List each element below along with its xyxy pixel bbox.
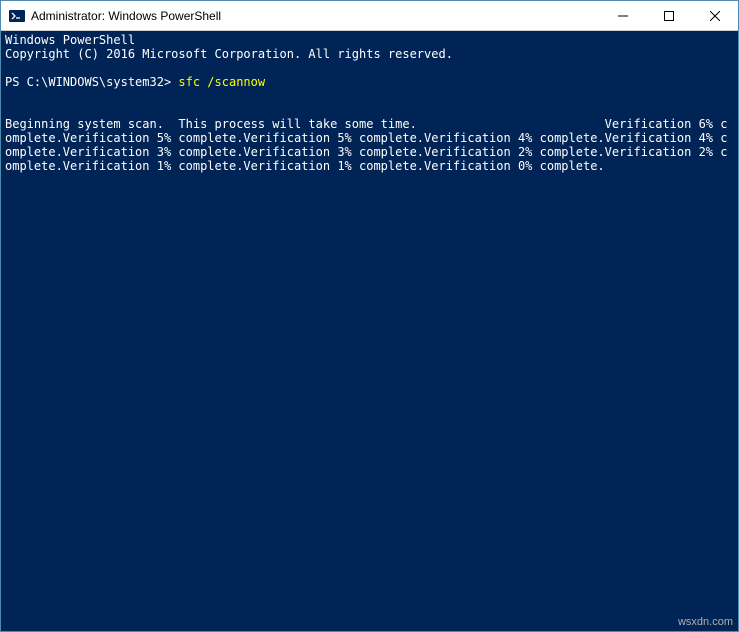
powershell-window: Administrator: Windows PowerShell Window… [0, 0, 739, 632]
powershell-icon [9, 8, 25, 24]
ps-command: sfc /scannow [178, 75, 265, 89]
window-title: Administrator: Windows PowerShell [31, 9, 600, 23]
minimize-button[interactable] [600, 1, 646, 30]
titlebar[interactable]: Administrator: Windows PowerShell [1, 1, 738, 31]
console-header-line2: Copyright (C) 2016 Microsoft Corporation… [5, 47, 453, 61]
scan-output: Beginning system scan. This process will… [5, 117, 727, 173]
ps-prompt: PS C:\WINDOWS\system32> [5, 75, 178, 89]
console-output[interactable]: Windows PowerShell Copyright (C) 2016 Mi… [1, 31, 738, 631]
maximize-button[interactable] [646, 1, 692, 30]
close-button[interactable] [692, 1, 738, 30]
watermark-text: wsxdn.com [678, 616, 733, 628]
console-header-line1: Windows PowerShell [5, 33, 135, 47]
window-controls [600, 1, 738, 30]
